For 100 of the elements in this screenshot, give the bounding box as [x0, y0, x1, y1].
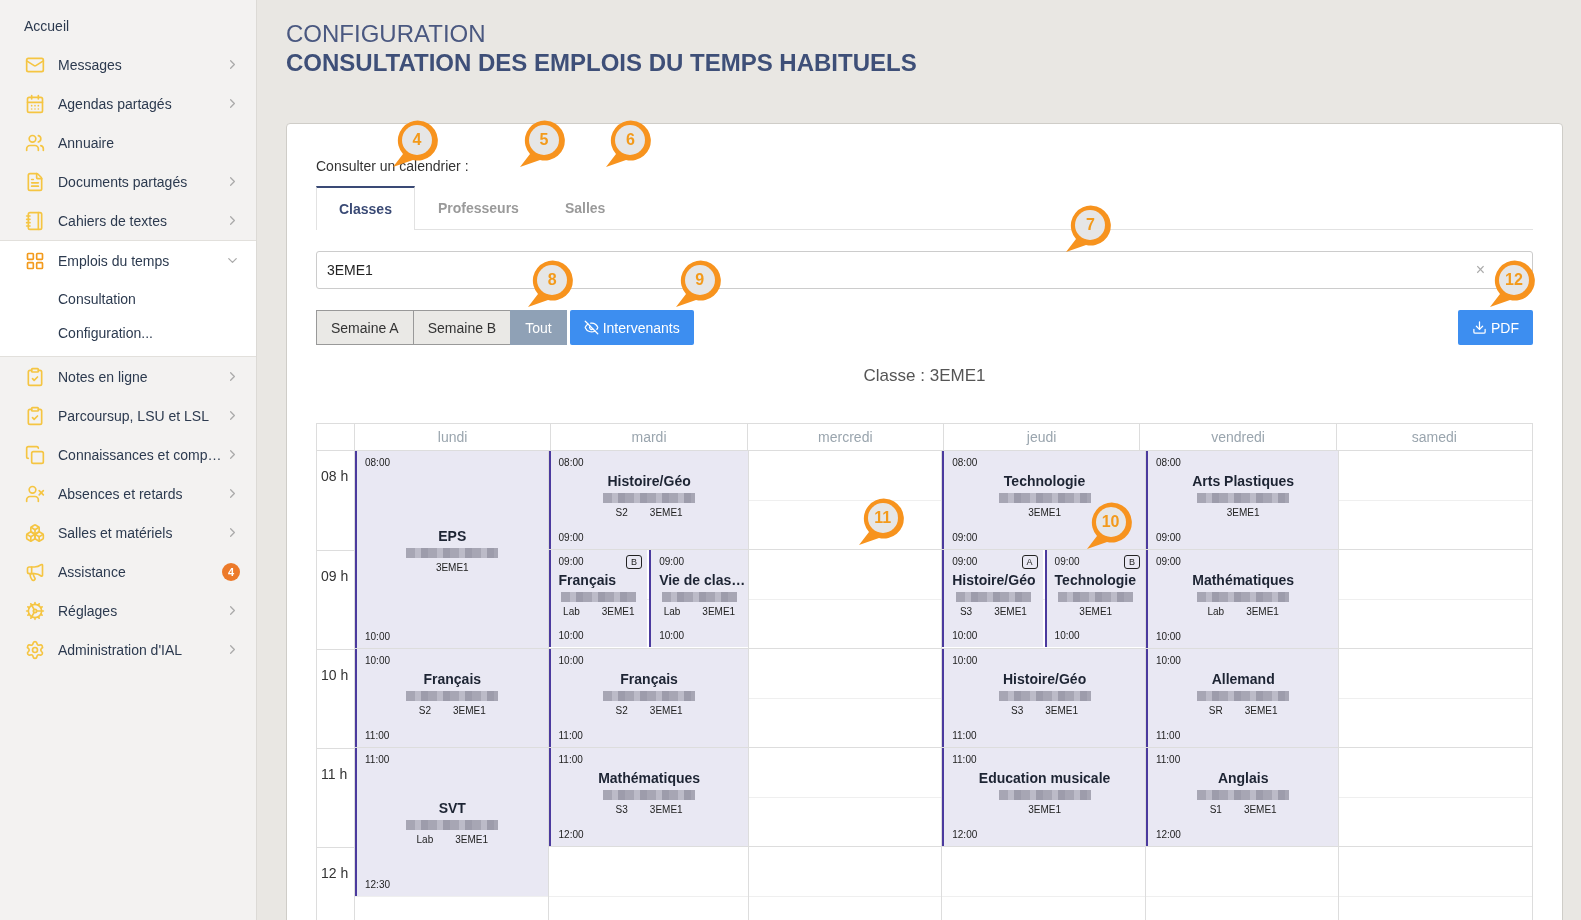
start-time: 08:00 [365, 457, 391, 469]
subject-name: Technologie [1003, 473, 1086, 489]
end-time: 09:00 [1155, 532, 1181, 544]
lesson-card[interactable]: 10:00 Français S2 3EME1 11:00 [548, 649, 748, 747]
lesson-card[interactable]: 11:00 SVT Lab 3EME1 12:30 [355, 748, 548, 896]
sidebar-item[interactable]: Annuaire [0, 123, 256, 162]
week-button[interactable]: Semaine A [316, 310, 414, 345]
subject-name: Mathématiques [1192, 572, 1295, 588]
class-label: 3EME1 [649, 507, 683, 518]
lesson-card[interactable]: 09:00 Vie de clas… Lab 3EME1 10:00 [649, 550, 748, 647]
callout-marker: 12 [1488, 258, 1536, 308]
room-label: Lab [416, 833, 434, 845]
class-label: 3EME1 [1045, 705, 1079, 716]
lesson-card[interactable]: 10:00 Histoire/Géo S3 3EME1 11:00 [942, 649, 1145, 747]
class-label: 3EME1 [649, 804, 683, 815]
day-header: mercredi [746, 424, 943, 450]
subject-name: Arts Plastiques [1192, 473, 1295, 489]
sidebar-subitem[interactable]: Configuration... [0, 316, 256, 350]
lesson-card[interactable]: 11:00 Mathématiques S3 3EME1 12:00 [548, 748, 748, 846]
start-time: 09:00 [952, 556, 978, 568]
sidebar-item[interactable]: Parcoursup, LSU et LSL [0, 396, 256, 435]
room-label: Lab [663, 606, 681, 617]
subject-name: EPS [438, 527, 467, 544]
subject-name: Français [620, 671, 678, 687]
subject-name: Education musicale [978, 770, 1111, 786]
end-time: 10:00 [558, 630, 584, 642]
lesson-card[interactable]: 09:00 A Histoire/Géo S3 3EME1 10:00 [942, 550, 1043, 647]
sidebar-item[interactable]: Administration d'IAL [0, 630, 256, 669]
subject-name: Vie de clas… [659, 572, 746, 588]
people-icon [24, 132, 46, 153]
week-tag: B [1123, 555, 1140, 569]
sidebar-item[interactable]: Salles et matériels [0, 513, 256, 552]
sidebar-subitem[interactable]: Consultation [0, 282, 256, 316]
sidebar-item[interactable]: Absences et retards [0, 474, 256, 513]
week-tag: B [626, 555, 643, 569]
hour-label: 11 h [317, 748, 354, 847]
class-label: 3EME1 [702, 606, 736, 617]
week-button[interactable]: Semaine B [412, 310, 512, 345]
callout-marker: 5 [517, 118, 566, 168]
subject-name: Français [423, 671, 482, 687]
room-label: Lab [563, 606, 580, 617]
end-time: 10:00 [1155, 631, 1181, 643]
tab[interactable]: Classes [316, 186, 415, 230]
end-time: 10:00 [1054, 630, 1080, 642]
lesson-card[interactable]: 09:00 B Technologie 3EME1 10:00 [1044, 550, 1145, 647]
start-time: 09:00 [558, 556, 584, 568]
class-label: 3EME1 [453, 705, 486, 716]
start-time: 10:00 [952, 655, 978, 667]
day-header: samedi [1335, 424, 1532, 450]
callout-marker: 10 [1084, 500, 1133, 550]
day-header: vendredi [1139, 424, 1336, 450]
lesson-card[interactable]: 10:00 Français S2 3EME1 11:00 [355, 649, 548, 747]
sidebar-item[interactable]: Notes en ligne [0, 357, 256, 396]
lesson-card[interactable]: 11:00 Education musicale 3EME1 12:00 [942, 748, 1145, 846]
room-label: SR [1208, 705, 1223, 716]
section-heading: CONFIGURATION [286, 20, 487, 48]
subject-name: Histoire/Géo [952, 572, 1036, 588]
class-label: 3EME1 [994, 606, 1027, 617]
picker-label: Consulter un calendrier : [316, 158, 470, 174]
start-time: 11:00 [1155, 754, 1181, 766]
start-time: 09:00 [659, 556, 685, 568]
subject-name: Histoire/Géo [1002, 671, 1087, 687]
start-time: 10:00 [365, 655, 391, 667]
sidebar-item[interactable]: Agendas partagés [0, 84, 256, 123]
class-label: 3EME1 [601, 606, 635, 617]
room-label: S2 [615, 705, 628, 716]
sidebar-item[interactable]: Réglages [0, 591, 256, 630]
boxes-icon [24, 522, 46, 543]
lesson-card[interactable]: 10:00 Allemand SR 3EME1 11:00 [1145, 649, 1339, 747]
lesson-card[interactable]: 09:00 Mathématiques Lab 3EME1 10:00 [1145, 550, 1339, 648]
start-time: 09:00 [1155, 556, 1181, 568]
gear-icon [24, 639, 46, 660]
callout-marker: 6 [604, 118, 653, 168]
end-time: 11:00 [365, 730, 390, 742]
sidebar-item[interactable]: Connaissances et comp… [0, 435, 256, 474]
start-time: 11:00 [365, 754, 390, 766]
end-time: 10:00 [952, 630, 978, 642]
lesson-card[interactable]: 08:00 EPS 3EME1 10:00 [355, 451, 548, 648]
class-label: 3EME1 [1028, 804, 1061, 815]
class-label: 3EME1 [1226, 507, 1260, 518]
sidebar-item[interactable]: Cahiers de textes [0, 201, 256, 240]
subject-name: SVT [438, 799, 466, 816]
lesson-card[interactable]: 08:00 Histoire/Géo S2 3EME1 09:00 [548, 451, 748, 549]
callout-marker: 7 [1064, 203, 1113, 253]
lesson-card[interactable]: 08:00 Arts Plastiques 3EME1 09:00 [1145, 451, 1339, 549]
sidebar-item[interactable]: Documents partagés [0, 162, 256, 201]
lesson-card[interactable]: 11:00 Anglais S1 3EME1 12:00 [1145, 748, 1339, 846]
sidebar-item[interactable]: Accueil [0, 6, 256, 45]
end-time: 10:00 [365, 631, 391, 643]
start-time: 08:00 [1155, 457, 1181, 469]
class-label: 3EME1 [649, 705, 683, 716]
sidebar-item[interactable]: Assistance 4 [0, 552, 256, 591]
subject-name: Anglais [1217, 770, 1269, 786]
class-label: 3EME1 [1244, 705, 1278, 716]
timetable-caption: Classe : 3EME1 [862, 366, 987, 386]
end-time: 12:30 [365, 878, 391, 891]
lesson-card[interactable]: 09:00 B Français Lab 3EME1 10:00 [548, 550, 648, 647]
start-time: 08:00 [952, 457, 978, 469]
megaphone-icon [24, 561, 46, 582]
sidebar-item[interactable]: Messages [0, 45, 256, 84]
